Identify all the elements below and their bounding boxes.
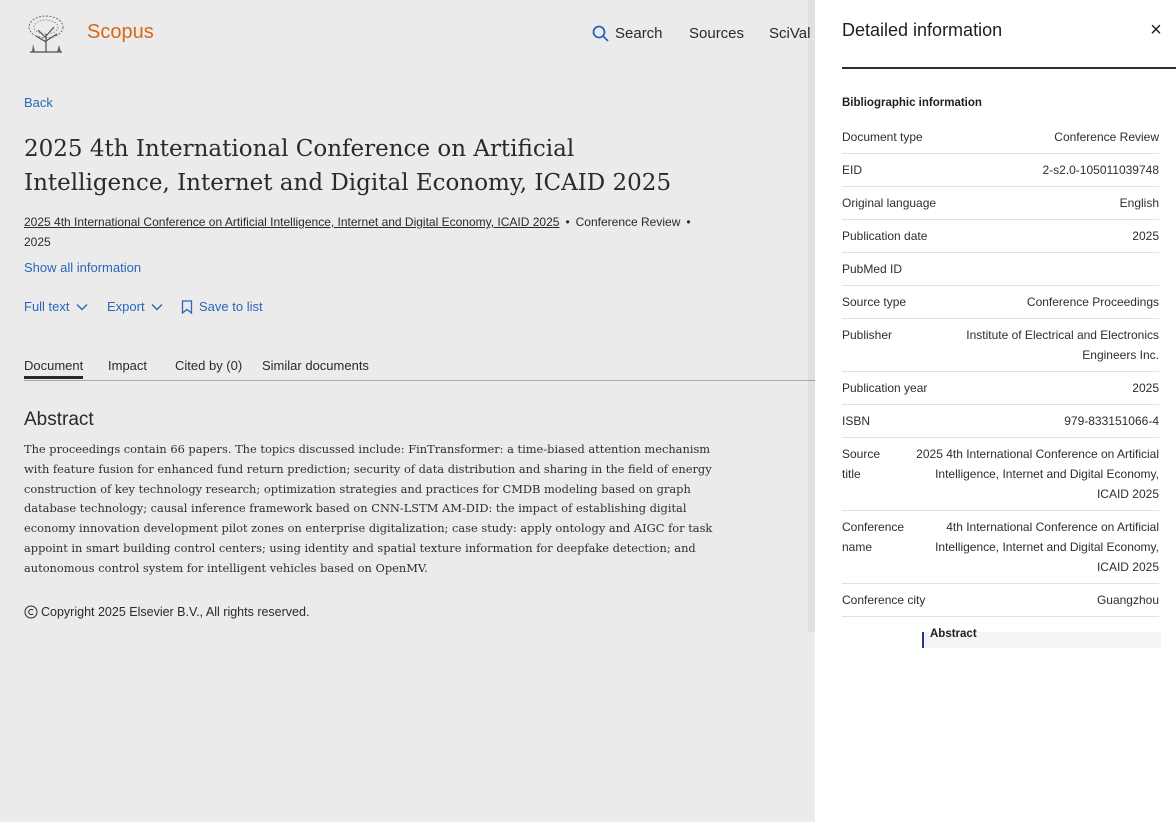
info-row-isbn: ISBN 979-833151066-4 [842,405,1159,438]
info-value: Conference Proceedings [1026,295,1159,309]
info-value: 2025 [1132,229,1159,243]
info-label: ISBN [842,414,871,428]
abstract-tab-label: Abstract [930,628,977,640]
info-value: 2025 [1132,381,1159,395]
info-label: Source type [842,295,907,309]
info-value: Guangzhou [1096,593,1159,607]
info-value: English [1119,196,1159,210]
info-value: Conference Review [1054,130,1159,144]
info-row-conference-city: Conference city Guangzhou [842,584,1159,617]
info-value [902,259,1159,279]
info-label: PubMed ID [842,262,903,276]
info-row-source-type: Source type Conference Proceedings [842,286,1159,319]
info-value: 979-833151066-4 [1064,414,1159,428]
info-row-publisher: Publisher Institute of Electrical and El… [842,319,1159,372]
info-label: Publication year [842,381,928,395]
info-label: Original language [842,196,937,210]
bibliographic-heading: Bibliographic information [842,97,982,109]
info-row-source-title: Source title 2025 4th International Conf… [842,438,1159,511]
info-row-publication-date: Publication date 2025 [842,220,1159,253]
drawer-title: Detailed information [842,20,1003,40]
info-label: Document type [842,130,923,144]
info-label: Conference name [842,520,905,554]
modal-backdrop[interactable] [0,0,815,822]
drawer-divider [842,67,1176,69]
info-row-original-language: Original language English [842,187,1159,220]
info-row-publication-year: Publication year 2025 [842,372,1159,405]
info-row-document-type: Document type Conference Review [842,121,1159,154]
info-row-eid: EID 2-s2.0-105011039748 [842,154,1159,187]
info-value: 4th International Conference on Artifici… [935,520,1159,574]
info-value: 2-s2.0-105011039748 [1042,163,1159,177]
info-value: Institute of Electrical and Electronics … [966,328,1159,362]
close-button[interactable]: × [1147,20,1165,40]
info-value: 2025 4th International Conference on Art… [916,447,1159,501]
info-label: Conference city [842,593,926,607]
detailed-information-drawer: Detailed information × Bibliographic inf… [815,0,1176,822]
abstract-section-tab[interactable]: Abstract [922,628,1161,648]
info-row-conference-name: Conference name 4th International Confer… [842,511,1159,584]
backdrop-edge [808,0,815,632]
bibliographic-list: Document type Conference Review EID 2-s2… [842,121,1159,617]
info-label: Publication date [842,229,928,243]
info-label: Publisher [842,328,893,342]
info-row-pubmed-id: PubMed ID [842,253,1159,286]
info-label: Source title [842,447,881,481]
info-label: EID [842,163,863,177]
